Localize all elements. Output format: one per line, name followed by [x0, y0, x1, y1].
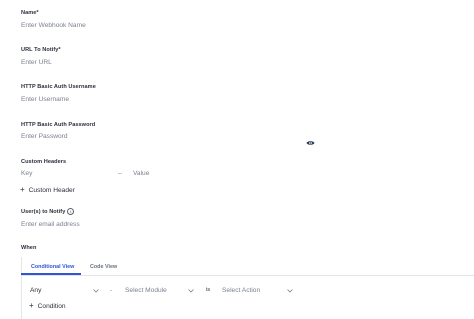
- add-custom-header-label: Custom Header: [28, 186, 75, 194]
- url-input[interactable]: Enter URL: [21, 59, 321, 66]
- add-condition-label: Condition: [37, 302, 66, 310]
- chevron-down-icon: [93, 289, 99, 293]
- users-to-notify-label-row: User(s) to Notify i: [21, 208, 75, 215]
- tab-conditional-view[interactable]: Conditional View: [31, 264, 74, 270]
- header-key-input[interactable]: Key: [21, 170, 111, 177]
- when-label: When: [21, 245, 37, 251]
- tab-code-view[interactable]: Code View: [90, 264, 117, 270]
- name-label: Name*: [21, 10, 39, 16]
- add-custom-header-button[interactable]: + Custom Header: [20, 186, 75, 194]
- url-label: URL To Notify*: [21, 47, 61, 53]
- tabs-divider: [21, 275, 474, 276]
- auth-password-input[interactable]: Enter Password: [21, 133, 301, 140]
- info-icon[interactable]: i: [67, 208, 75, 215]
- header-value-input[interactable]: Value: [133, 170, 233, 177]
- webhook-name-input[interactable]: Enter Webhook Name: [21, 22, 321, 29]
- any-all-select[interactable]: Any: [30, 287, 102, 294]
- select-action-dropdown[interactable]: Select Action: [222, 287, 294, 294]
- custom-headers-label: Custom Headers: [21, 159, 67, 165]
- auth-username-label: HTTP Basic Auth Username: [21, 84, 96, 90]
- select-module-placeholder: Select Module: [125, 287, 167, 294]
- auth-username-input[interactable]: Enter Username: [21, 96, 321, 103]
- plus-icon: +: [29, 301, 34, 310]
- chevron-down-icon: [287, 289, 293, 293]
- any-select-value: Any: [30, 287, 42, 294]
- chevron-down-icon: [188, 289, 194, 293]
- select-action-placeholder: Select Action: [222, 287, 261, 294]
- active-tab-indicator: [21, 273, 81, 275]
- condition-dash: -: [110, 287, 113, 294]
- header-separator: –: [118, 170, 122, 177]
- add-condition-button[interactable]: + Condition: [29, 302, 66, 310]
- auth-password-label: HTTP Basic Auth Password: [21, 122, 96, 128]
- show-password-toggle[interactable]: [306, 133, 315, 151]
- eye-icon: [306, 141, 315, 145]
- is-label: is: [206, 287, 211, 293]
- email-address-input[interactable]: Enter email address: [21, 221, 321, 228]
- users-to-notify-label: User(s) to Notify: [21, 208, 66, 215]
- plus-icon: +: [20, 185, 25, 194]
- select-module-dropdown[interactable]: Select Module: [125, 287, 197, 294]
